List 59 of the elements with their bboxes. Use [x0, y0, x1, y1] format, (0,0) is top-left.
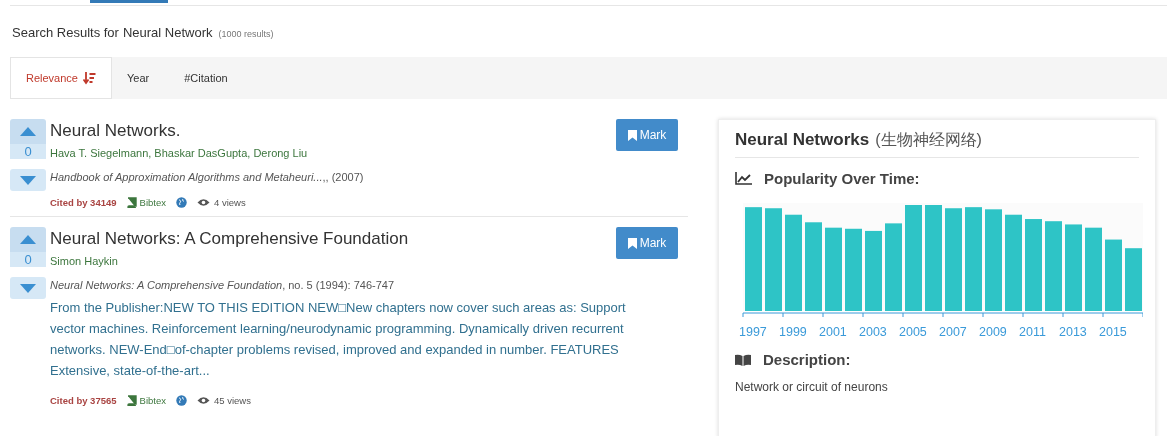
open-book-icon: [735, 353, 751, 366]
eye-icon: [196, 396, 210, 405]
citation-link[interactable]: Cited by 34149: [50, 197, 117, 208]
search-query: Neural Network: [122, 25, 213, 40]
chart-bar: [1105, 239, 1122, 311]
chart-year-label: 2011: [1019, 325, 1047, 339]
book-icon: [126, 197, 137, 208]
result-title[interactable]: Neural Networks.: [50, 119, 181, 141]
result-title[interactable]: Neural Networks: A Comprehensive Foundation: [50, 227, 409, 249]
chart-year-label: 2001: [819, 325, 848, 339]
down-triangle-icon: [20, 283, 36, 293]
bibtex-link[interactable]: Bibtex: [126, 395, 166, 406]
result-abstract: From the Publisher:NEW TO THIS EDITION NEW□New chapters now cover such areas as: Support vector machines. Reinforcement learning/neurodynamic programming. Dynamically driven recurrent networks. NEW-End□of-chapter problems revised, improved and expanded in number. FEATURES Extensive, state-of-the-art...: [50, 299, 627, 380]
sort-tab[interactable]: Year: [112, 57, 170, 99]
topic-title: Neural Networks: [735, 130, 870, 150]
chart-year-label: 1999: [779, 325, 808, 339]
bookmark-icon: [627, 237, 637, 249]
result-venue: Neural Networks: A Comprehensive Foundation, no. 5 (1994): 746-747: [50, 279, 396, 291]
chart-year-label: 1997: [739, 325, 768, 339]
globe-icon[interactable]: [175, 197, 187, 208]
up-triangle-icon: [20, 235, 36, 244]
sort-tab[interactable]: Relevance: [10, 57, 112, 99]
result-authors: Hava T. Siegelmann, Bhaskar DasGupta, Derong Liu: [50, 147, 309, 159]
view-count: 45 views: [213, 395, 251, 406]
downvote-button[interactable]: [10, 277, 46, 299]
mark-button[interactable]: Mark: [616, 227, 678, 259]
eye-icon: [196, 198, 210, 207]
down-triangle-icon: [20, 175, 36, 185]
topic-description: Network or circuit of neurons: [735, 380, 889, 394]
up-triangle-icon: [20, 127, 36, 136]
result-authors: Simon Haykin: [50, 255, 119, 267]
sort-tab[interactable]: #Citation: [169, 57, 248, 99]
downvote-button[interactable]: [10, 169, 46, 191]
chart-year-label: 2009: [979, 325, 1008, 339]
sort-descending-icon: [83, 71, 96, 85]
search-label: Search Results for: [12, 25, 119, 40]
chart-year-label: 2015: [1099, 325, 1128, 339]
chart-year-label: 2007: [939, 325, 968, 339]
vote-count: 0: [10, 252, 46, 267]
line-chart-icon: [735, 172, 752, 185]
upvote-button[interactable]: [10, 227, 46, 252]
citation-link[interactable]: Cited by 37565: [50, 395, 117, 406]
mark-button[interactable]: Mark: [616, 119, 678, 151]
chart-year-label: 2003: [859, 325, 888, 339]
vote-count: 0: [10, 144, 46, 159]
topic-title-chinese: (生物神经网络): [875, 130, 982, 150]
chart-year-label: 2005: [899, 325, 928, 339]
chart-bar: [1125, 248, 1142, 311]
book-icon: [126, 395, 137, 406]
globe-icon[interactable]: [175, 395, 187, 406]
description-heading: Description:: [763, 351, 851, 368]
chart-year-label: 2013: [1059, 325, 1088, 339]
result-venue: Handbook of Approximation Algorithms and Metaheuri...,, (2007): [50, 171, 365, 183]
popularity-heading: Popularity Over Time:: [764, 170, 920, 187]
view-count: 4 views: [213, 197, 246, 208]
bookmark-icon: [627, 129, 637, 141]
result-count: (1000 results): [218, 29, 274, 39]
upvote-button[interactable]: [10, 119, 46, 144]
bibtex-link[interactable]: Bibtex: [126, 197, 166, 208]
